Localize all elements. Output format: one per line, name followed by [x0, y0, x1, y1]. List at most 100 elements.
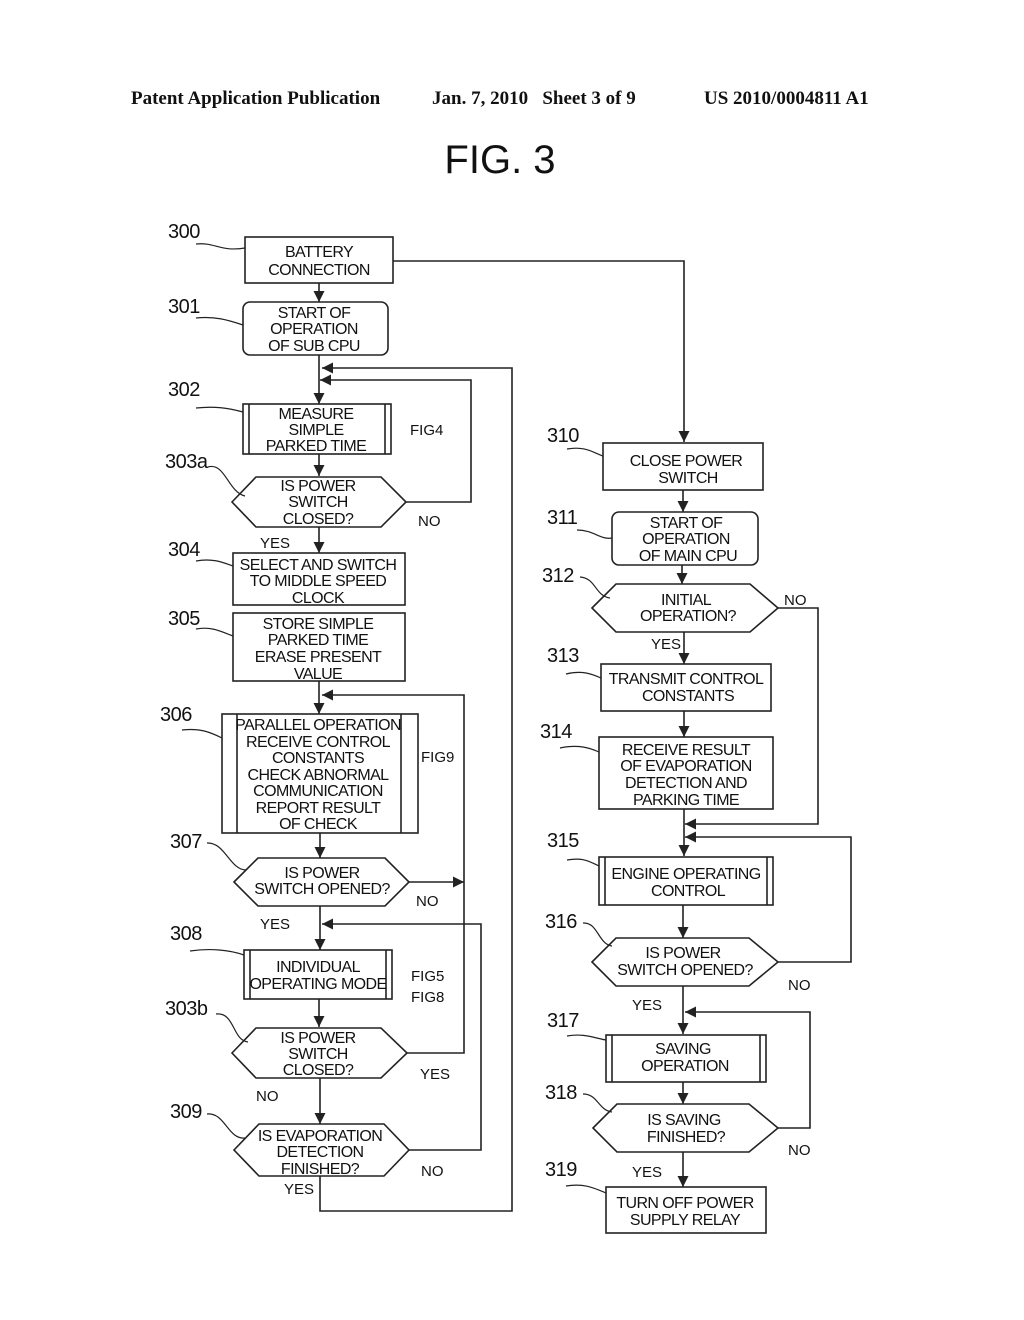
step-309-line-1: IS EVAPORATION [258, 1128, 382, 1145]
step-302-line-3: PARKED TIME [266, 438, 366, 455]
label-312-no: NO [784, 592, 807, 609]
step-301-line-1: START OF [278, 305, 351, 322]
step-319-turn-off-power-supply-relay: TURN OFF POWER SUPPLY RELAY [605, 1186, 767, 1234]
step-311-line-2: OPERATION [642, 531, 730, 548]
fig-ref-302: FIG4 [410, 422, 443, 439]
label-303a-no: NO [418, 513, 441, 530]
step-302-measure-parked-time: MEASURE SIMPLE PARKED TIME [242, 403, 392, 455]
decision-316-power-switch-opened: IS POWER SWITCH OPENED? [590, 937, 780, 987]
step-314-line-4: PARKING TIME [633, 792, 739, 809]
leader-305 [195, 627, 234, 637]
leader-311 [576, 529, 613, 539]
step-317-line-1: SAVING [655, 1041, 711, 1058]
step-303b-line-3: CLOSED? [283, 1062, 354, 1079]
label-318-no: NO [788, 1142, 811, 1159]
step-308-line-2: OPERATING MODE [249, 976, 386, 993]
decision-318-saving-finished: IS SAVING FINISHED? [591, 1103, 780, 1153]
step-306-line-7: OF CHECK [279, 816, 358, 833]
label-307-no: NO [416, 893, 439, 910]
step-310-close-power-switch: CLOSE POWER SWITCH [602, 442, 764, 491]
step-306-line-5: COMMUNICATION [253, 783, 383, 800]
step-315-line-2: CONTROL [651, 883, 726, 900]
ref-300: 300 [168, 221, 200, 243]
ref-304: 304 [168, 539, 200, 561]
leader-306 [181, 728, 223, 739]
leader-317 [566, 1034, 607, 1041]
step-301-line-3: OF SUB CPU [268, 338, 360, 355]
leader-304 [195, 559, 234, 567]
ref-312: 312 [542, 565, 574, 587]
step-304-line-2: TO MIDDLE SPEED [250, 573, 387, 590]
step-304-line-3: CLOCK [292, 590, 345, 607]
step-309-line-2: DETECTION [276, 1144, 363, 1161]
leader-308 [189, 949, 245, 956]
step-305-line-2: PARKED TIME [268, 632, 368, 649]
step-312-line-2: OPERATION? [640, 608, 737, 625]
leader-309 [206, 1113, 246, 1139]
ref-305: 305 [168, 608, 200, 630]
fig-ref-308-a: FIG5 [411, 968, 444, 985]
step-311-line-1: START OF [650, 515, 723, 532]
ref-319: 319 [545, 1159, 577, 1181]
step-302-line-1: MEASURE [279, 406, 354, 423]
leader-300 [195, 243, 246, 250]
ref-307: 307 [170, 831, 202, 853]
step-317-saving-operation: SAVING OPERATION [605, 1034, 767, 1083]
ref-317: 317 [547, 1010, 579, 1032]
decision-309-evaporation-finished: IS EVAPORATION DETECTION FINISHED? [232, 1123, 411, 1178]
leader-310 [566, 447, 604, 457]
leader-313 [565, 671, 602, 679]
ref-309: 309 [170, 1101, 202, 1123]
step-316-line-1: IS POWER [645, 945, 720, 962]
label-316-yes: YES [632, 997, 662, 1014]
step-312-line-1: INITIAL [661, 592, 712, 609]
step-314-line-3: DETECTION AND [625, 775, 747, 792]
step-302-line-2: SIMPLE [288, 422, 343, 439]
step-305-line-1: STORE SIMPLE [263, 616, 374, 633]
leader-314 [559, 745, 600, 753]
leader-303a [207, 465, 246, 497]
step-308-line-1: INDIVIDUAL [276, 959, 360, 976]
step-304-middle-speed-clock: SELECT AND SWITCH TO MIDDLE SPEED CLOCK [232, 552, 406, 607]
decision-303a-power-switch-closed: IS POWER SWITCH CLOSED? [230, 476, 408, 528]
label-318-yes: YES [632, 1164, 662, 1181]
step-319-line-2: SUPPLY RELAY [630, 1212, 741, 1229]
step-301-start-sub-cpu: START OF OPERATION OF SUB CPU [242, 301, 389, 356]
decision-303b-power-switch-closed: IS POWER SWITCH CLOSED? [230, 1027, 409, 1079]
step-313-line-2: CONSTANTS [642, 688, 734, 705]
step-313-line-1: TRANSMIT CONTROL [609, 671, 764, 688]
step-314-line-2: OF EVAPORATION [620, 758, 752, 775]
ref-313: 313 [547, 645, 579, 667]
step-306-line-3: CONSTANTS [272, 750, 364, 767]
label-307-yes: YES [260, 916, 290, 933]
step-303a-line-1: IS POWER [280, 478, 355, 495]
ref-301: 301 [168, 296, 200, 318]
leader-307 [206, 842, 247, 871]
label-309-no: NO [421, 1163, 444, 1180]
step-306-parallel-operation: PARALLEL OPERATION RECEIVE CONTROL CONST… [221, 713, 419, 834]
step-307-line-2: SWITCH OPENED? [254, 881, 390, 898]
ref-316: 316 [545, 911, 577, 933]
leader-301 [195, 316, 244, 326]
step-303a-line-2: SWITCH [288, 494, 348, 511]
step-300-line-1: BATTERY [285, 244, 354, 261]
ref-303a: 303a [165, 451, 209, 473]
label-309-yes: YES [284, 1181, 314, 1198]
step-315-engine-operating-control: ENGINE OPERATING CONTROL [598, 856, 774, 906]
step-310-line-2: SWITCH [658, 470, 718, 487]
step-314-line-1: RECEIVE RESULT [622, 742, 751, 759]
step-301-line-2: OPERATION [270, 321, 358, 338]
label-303b-no: NO [256, 1088, 279, 1105]
leader-316 [582, 922, 613, 947]
arrow-300-310 [393, 260, 690, 442]
step-305-line-3: ERASE PRESENT [255, 649, 382, 666]
step-313-transmit-control-constants: TRANSMIT CONTROL CONSTANTS [600, 663, 772, 712]
label-303b-yes: YES [420, 1066, 450, 1083]
step-317-line-2: OPERATION [641, 1058, 729, 1075]
step-310-line-1: CLOSE POWER [630, 453, 743, 470]
ref-306: 306 [160, 704, 192, 726]
step-305-store-parked-time: STORE SIMPLE PARKED TIME ERASE PRESENT V… [232, 612, 406, 683]
step-318-line-2: FINISHED? [647, 1129, 726, 1146]
ref-308: 308 [170, 923, 202, 945]
flowchart: BATTERY CONNECTION 300 START OF OPERATIO… [160, 221, 852, 1234]
